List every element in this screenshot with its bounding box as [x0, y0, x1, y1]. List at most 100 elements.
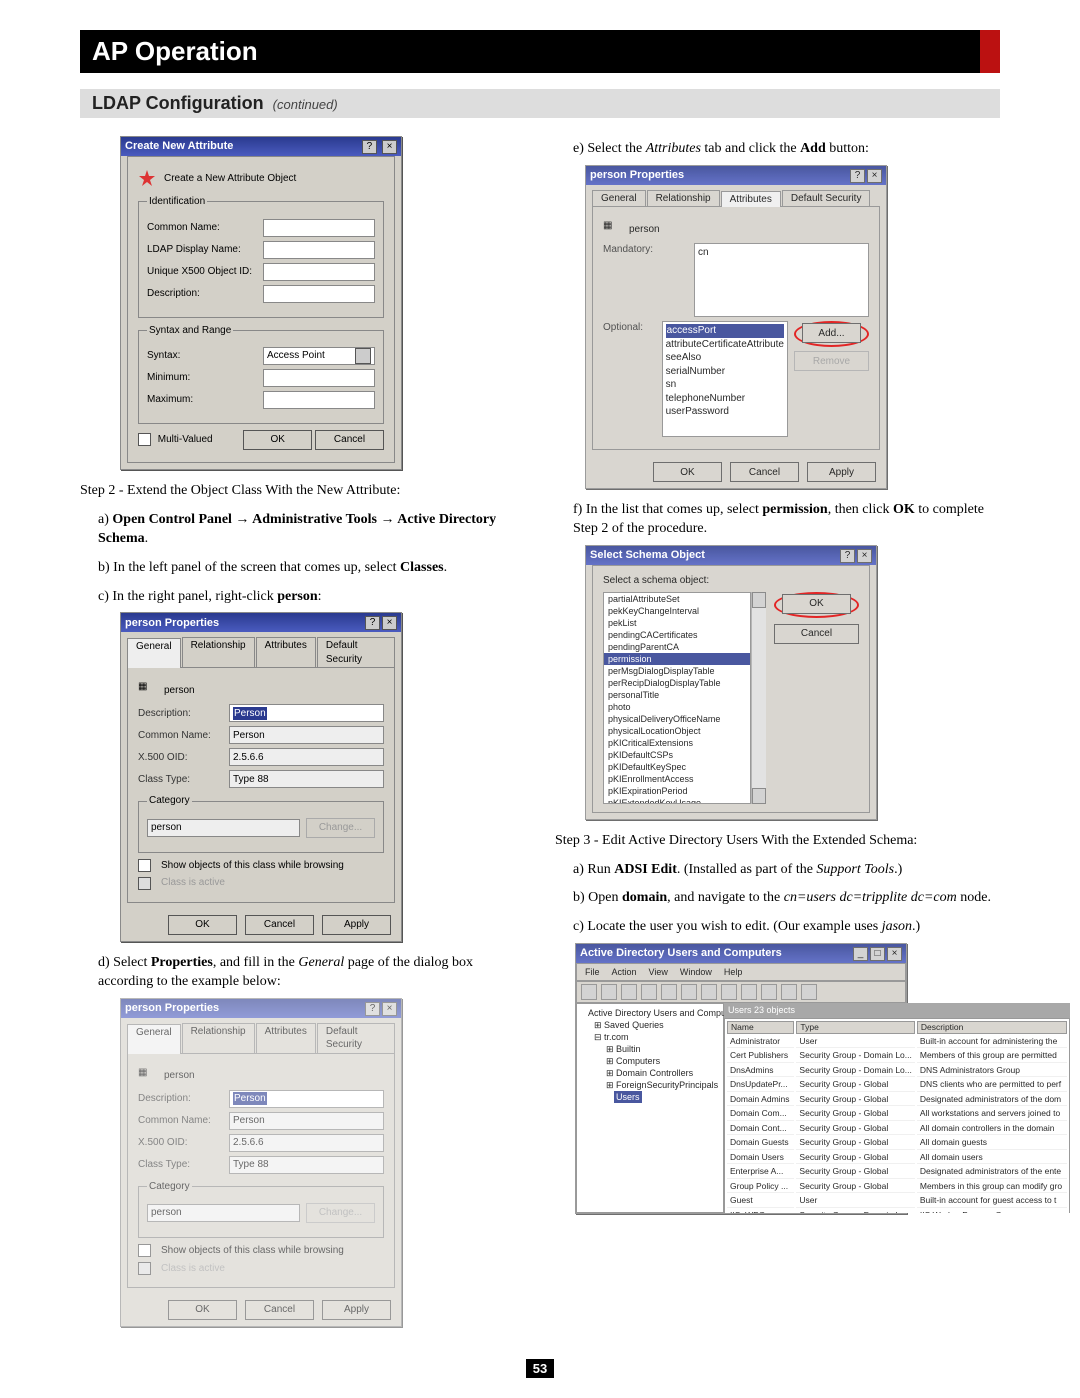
close-icon[interactable]: ×: [867, 169, 882, 183]
toolbar-icon[interactable]: [761, 984, 777, 1000]
help-icon[interactable]: ?: [365, 616, 380, 630]
add-button[interactable]: Add...: [802, 323, 861, 343]
tree-node[interactable]: Domain Controllers: [616, 1068, 693, 1078]
ok-button[interactable]: OK: [168, 915, 237, 935]
mandatory-list[interactable]: cn: [694, 243, 869, 317]
tab-relationship[interactable]: Relationship: [182, 637, 255, 667]
tree-node[interactable]: ForeignSecurityPrincipals: [616, 1080, 718, 1090]
tab-general[interactable]: General: [127, 638, 181, 668]
schema-item[interactable]: pendingCACertificates: [604, 629, 750, 641]
tree-node[interactable]: Computers: [616, 1056, 660, 1066]
ok-button[interactable]: OK: [782, 594, 851, 614]
menu-item[interactable]: Window: [676, 966, 716, 978]
toolbar-icon[interactable]: [741, 984, 757, 1000]
table-row[interactable]: Domain Com...Security Group - GlobalAll …: [727, 1108, 1067, 1120]
toolbar-icon[interactable]: [721, 984, 737, 1000]
close-icon[interactable]: ×: [382, 616, 397, 630]
optional-item[interactable]: attributeCertificateAttribute: [666, 338, 784, 352]
optional-item[interactable]: seeAlso: [666, 351, 784, 365]
schema-item[interactable]: perRecipDialogDisplayTable: [604, 677, 750, 689]
tree-root[interactable]: Active Directory Users and Computers: [588, 1007, 720, 1019]
schema-item[interactable]: pKIExtendedKeyUsage: [604, 797, 750, 804]
tree-node[interactable]: Builtin: [616, 1044, 641, 1054]
schema-item[interactable]: partialAttributeSet: [604, 593, 750, 605]
tab-attributes[interactable]: Attributes: [256, 637, 316, 667]
tab-general[interactable]: General: [592, 190, 646, 207]
apply-button[interactable]: Apply: [322, 915, 391, 935]
scroll-down-icon[interactable]: [752, 788, 766, 804]
schema-item[interactable]: pKICriticalExtensions: [604, 737, 750, 749]
schema-item[interactable]: pekList: [604, 617, 750, 629]
table-row[interactable]: GuestUserBuilt-in account for guest acce…: [727, 1195, 1067, 1207]
minimum-input[interactable]: [263, 369, 375, 387]
table-row[interactable]: IIS_WPGSecurity Group - Domain Lo...IIS …: [727, 1210, 1067, 1214]
optional-item[interactable]: serialNumber: [666, 365, 784, 379]
toolbar-icon[interactable]: [661, 984, 677, 1000]
table-row[interactable]: DnsAdminsSecurity Group - Domain Lo...DN…: [727, 1065, 1067, 1077]
ok-button[interactable]: OK: [243, 430, 312, 450]
schema-listbox[interactable]: partialAttributeSetpekKeyChangeIntervalp…: [603, 592, 751, 804]
schema-item[interactable]: pendingParentCA: [604, 641, 750, 653]
close-icon[interactable]: ×: [382, 140, 397, 154]
help-icon[interactable]: ?: [840, 549, 855, 563]
table-row[interactable]: DnsUpdatePr...Security Group - GlobalDNS…: [727, 1079, 1067, 1091]
description-input[interactable]: [263, 285, 375, 303]
toolbar-icon[interactable]: [621, 984, 637, 1000]
optional-item[interactable]: sn: [666, 378, 784, 392]
schema-item[interactable]: pekKeyChangeInterval: [604, 605, 750, 617]
tree-node-selected[interactable]: Users: [614, 1091, 642, 1103]
common-name-input[interactable]: [263, 219, 375, 237]
cancel-button[interactable]: Cancel: [730, 462, 799, 482]
schema-item[interactable]: photo: [604, 701, 750, 713]
table-row[interactable]: Domain AdminsSecurity Group - GlobalDesi…: [727, 1094, 1067, 1106]
optional-item[interactable]: userPassword: [666, 405, 784, 419]
menu-item[interactable]: Action: [608, 966, 641, 978]
close-icon[interactable]: ×: [857, 549, 872, 563]
syntax-select[interactable]: Access Point: [263, 347, 375, 365]
minimize-icon[interactable]: _: [853, 947, 868, 961]
schema-item[interactable]: personalTitle: [604, 689, 750, 701]
optional-item[interactable]: telephoneNumber: [666, 392, 784, 406]
tab-default-security[interactable]: Default Security: [317, 637, 395, 667]
toolbar-icon[interactable]: [781, 984, 797, 1000]
cancel-button[interactable]: Cancel: [774, 624, 859, 644]
users-grid[interactable]: NameTypeDescriptionAdministratorUserBuil…: [724, 1018, 1070, 1214]
scrollbar[interactable]: [751, 592, 766, 804]
column-header[interactable]: Name: [727, 1021, 794, 1034]
column-header[interactable]: Type: [796, 1021, 914, 1034]
cancel-button[interactable]: Cancel: [245, 915, 314, 935]
toolbar-icon[interactable]: [681, 984, 697, 1000]
tab-default-security[interactable]: Default Security: [782, 190, 871, 207]
multi-valued-checkbox[interactable]: [138, 433, 151, 446]
schema-item[interactable]: physicalLocationObject: [604, 725, 750, 737]
column-header[interactable]: Description: [917, 1021, 1068, 1034]
toolbar-icon[interactable]: [601, 984, 617, 1000]
tab-attributes[interactable]: Attributes: [721, 191, 781, 208]
schema-item[interactable]: permission: [604, 653, 750, 665]
table-row[interactable]: Group Policy ...Security Group - GlobalM…: [727, 1181, 1067, 1193]
table-row[interactable]: Cert PublishersSecurity Group - Domain L…: [727, 1050, 1067, 1062]
table-row[interactable]: Enterprise A...Security Group - GlobalDe…: [727, 1166, 1067, 1178]
optional-list[interactable]: accessPortattributeCertificateAttributes…: [662, 321, 788, 437]
tree-panel[interactable]: Active Directory Users and Computers ⊞ S…: [576, 1003, 724, 1213]
toolbar-icon[interactable]: [581, 984, 597, 1000]
show-objects-checkbox[interactable]: [138, 859, 151, 872]
schema-item[interactable]: perMsgDialogDisplayTable: [604, 665, 750, 677]
menu-item[interactable]: Help: [720, 966, 747, 978]
scroll-up-icon[interactable]: [752, 592, 766, 608]
cancel-button[interactable]: Cancel: [315, 430, 384, 450]
maximum-input[interactable]: [263, 391, 375, 409]
schema-item[interactable]: pKIDefaultCSPs: [604, 749, 750, 761]
ldap-display-input[interactable]: [263, 241, 375, 259]
toolbar-icon[interactable]: [701, 984, 717, 1000]
close-icon[interactable]: ×: [887, 947, 902, 961]
maximize-icon[interactable]: □: [870, 947, 885, 961]
description-input[interactable]: Person: [229, 704, 384, 722]
schema-item[interactable]: pKIDefaultKeySpec: [604, 761, 750, 773]
tree-domain[interactable]: tr.com: [604, 1032, 629, 1042]
ok-button[interactable]: OK: [653, 462, 722, 482]
optional-item[interactable]: accessPort: [666, 324, 784, 338]
table-row[interactable]: Domain UsersSecurity Group - GlobalAll d…: [727, 1152, 1067, 1164]
tree-node[interactable]: Saved Queries: [604, 1020, 664, 1030]
help-icon[interactable]: ?: [362, 140, 377, 154]
